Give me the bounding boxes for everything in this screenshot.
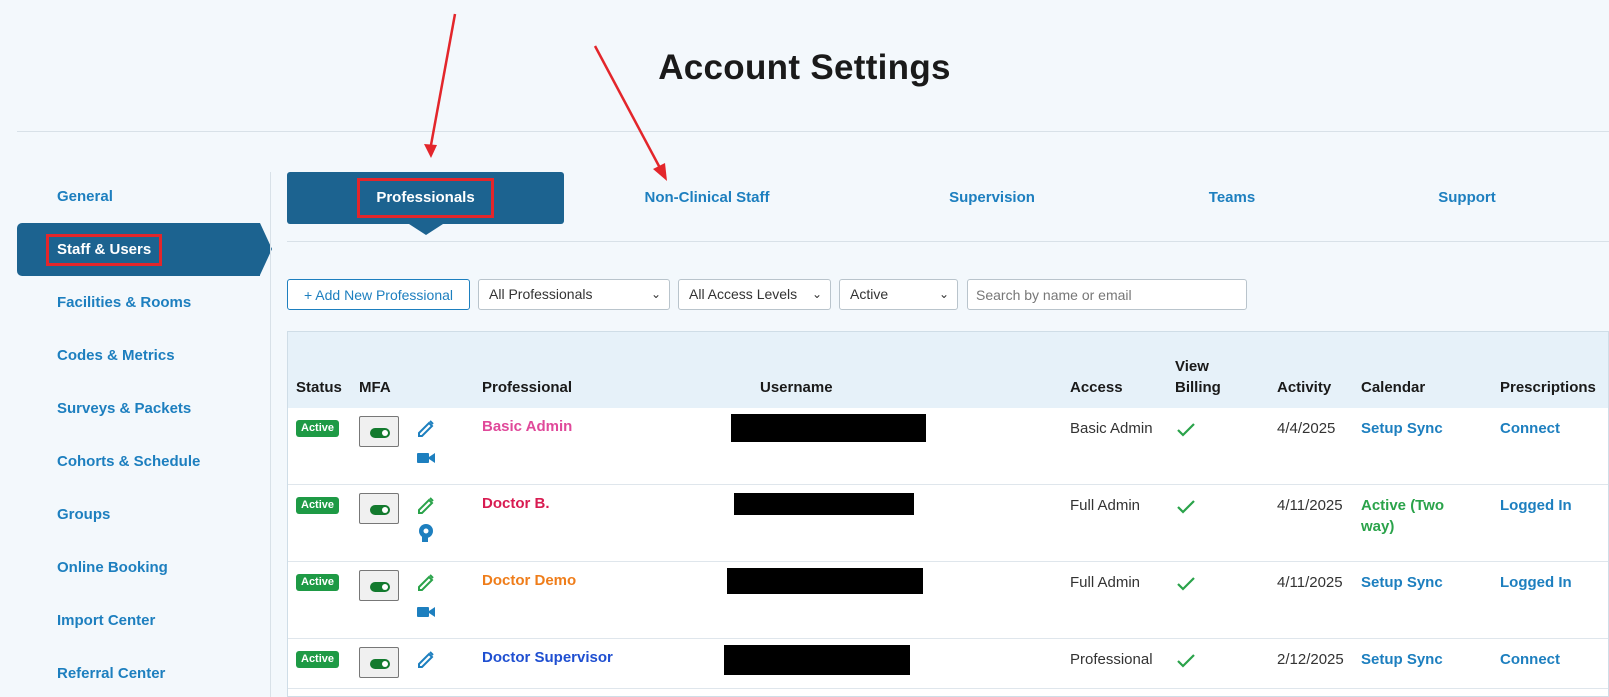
sidebar-item-label: Staff & Users bbox=[46, 234, 163, 267]
professionals-select-value: All Professionals bbox=[489, 286, 593, 302]
status-select[interactable]: Active ⌄ bbox=[839, 279, 958, 310]
professional-name[interactable]: Basic Admin bbox=[482, 418, 572, 435]
check-icon bbox=[1177, 654, 1195, 668]
sidebar: General Staff & Users Facilities & Rooms… bbox=[17, 170, 272, 697]
tab-supervision[interactable]: Supervision bbox=[927, 172, 1057, 224]
status-badge: Active bbox=[296, 420, 340, 437]
access-level: Full Admin bbox=[1070, 497, 1141, 514]
sidebar-item-groups[interactable]: Groups bbox=[17, 488, 272, 541]
arrow-head-icon bbox=[424, 144, 437, 158]
status-badge: Active bbox=[296, 574, 340, 591]
prescriptions-logged-in-link[interactable]: Logged In bbox=[1500, 572, 1572, 593]
col-mfa: MFA bbox=[359, 379, 391, 396]
video-icon[interactable] bbox=[416, 602, 436, 622]
access-level: Basic Admin bbox=[1070, 420, 1153, 437]
redacted-username bbox=[734, 493, 914, 515]
chevron-down-icon: ⌄ bbox=[811, 287, 822, 301]
tab-bar: Professionals Non-Clinical Staff Supervi… bbox=[287, 172, 1609, 235]
col-professional: Professional bbox=[482, 379, 573, 396]
table-row[interactable]: Active Doctor B. Full Admin 4/11/2025 Ac… bbox=[288, 485, 1608, 562]
sidebar-item-codes-metrics[interactable]: Codes & Metrics bbox=[17, 329, 272, 382]
tab-teams[interactable]: Teams bbox=[1187, 172, 1277, 224]
col-username: Username bbox=[760, 379, 833, 396]
title-divider bbox=[17, 131, 1609, 132]
add-new-professional-button[interactable]: + Add New Professional bbox=[287, 279, 470, 310]
chevron-down-icon: ⌄ bbox=[938, 287, 949, 301]
tabs-divider bbox=[287, 241, 1609, 242]
calendar-setup-sync-link[interactable]: Setup Sync bbox=[1361, 418, 1443, 439]
col-calendar: Calendar bbox=[1361, 379, 1426, 396]
mfa-toggle[interactable] bbox=[359, 570, 399, 601]
prescriptions-connect-link[interactable]: Connect bbox=[1500, 649, 1560, 670]
sidebar-item-general[interactable]: General bbox=[17, 170, 272, 223]
chevron-down-icon: ⌄ bbox=[650, 287, 661, 301]
table-row[interactable]: Active Doctor Demo Full Admin 4/11/2025 … bbox=[288, 562, 1608, 639]
prescriptions-logged-in-link[interactable]: Logged In bbox=[1500, 495, 1572, 516]
access-level: Full Admin bbox=[1070, 574, 1141, 591]
redacted-username bbox=[724, 645, 910, 675]
table-row[interactable]: Active Doctor Supervisor Professional 2/… bbox=[288, 639, 1608, 689]
edit-pencil-icon[interactable] bbox=[416, 418, 436, 438]
status-badge: Active bbox=[296, 651, 340, 668]
activity-date: 2/12/2025 bbox=[1277, 651, 1344, 668]
col-activity: Activity bbox=[1277, 379, 1332, 396]
calendar-status: Active (Two way) bbox=[1361, 497, 1445, 535]
professional-name[interactable]: Doctor B. bbox=[482, 495, 550, 512]
sidebar-item-referral-center[interactable]: Referral Center bbox=[17, 647, 272, 697]
mfa-toggle[interactable] bbox=[359, 647, 399, 678]
professional-name[interactable]: Doctor Demo bbox=[482, 572, 576, 589]
col-view-billing-line2: Billing bbox=[1175, 379, 1221, 396]
tab-label: Professionals bbox=[357, 178, 494, 219]
activity-date: 4/11/2025 bbox=[1277, 574, 1343, 591]
sidebar-item-facilities-rooms[interactable]: Facilities & Rooms bbox=[17, 276, 272, 329]
col-access: Access bbox=[1070, 379, 1123, 396]
redacted-username bbox=[727, 568, 923, 594]
redacted-username bbox=[731, 414, 926, 442]
tab-professionals[interactable]: Professionals bbox=[287, 172, 564, 235]
sidebar-item-surveys-packets[interactable]: Surveys & Packets bbox=[17, 382, 272, 435]
status-badge: Active bbox=[296, 497, 340, 514]
professionals-table: Status MFA Professional Username Access … bbox=[287, 331, 1609, 697]
search-input[interactable] bbox=[967, 279, 1247, 310]
sidebar-item-import-center[interactable]: Import Center bbox=[17, 594, 272, 647]
page-title: Account Settings bbox=[658, 48, 951, 87]
tab-support[interactable]: Support bbox=[1417, 172, 1517, 224]
sidebar-item-online-booking[interactable]: Online Booking bbox=[17, 541, 272, 594]
professionals-select[interactable]: All Professionals ⌄ bbox=[478, 279, 670, 310]
check-icon bbox=[1177, 577, 1195, 591]
check-icon bbox=[1177, 500, 1195, 514]
access-select-value: All Access Levels bbox=[689, 286, 798, 302]
edit-pencil-icon[interactable] bbox=[416, 649, 436, 669]
prescriptions-connect-link[interactable]: Connect bbox=[1500, 418, 1560, 439]
sidebar-item-cohorts-schedule[interactable]: Cohorts & Schedule bbox=[17, 435, 272, 488]
col-status: Status bbox=[296, 379, 342, 396]
status-select-value: Active bbox=[850, 286, 889, 302]
sidebar-divider bbox=[270, 172, 271, 697]
sidebar-item-staff-users[interactable]: Staff & Users bbox=[17, 223, 272, 276]
calendar-setup-sync-link[interactable]: Setup Sync bbox=[1361, 649, 1443, 670]
video-icon[interactable] bbox=[416, 448, 436, 468]
access-level-select[interactable]: All Access Levels ⌄ bbox=[678, 279, 831, 310]
edit-pencil-icon[interactable] bbox=[416, 572, 436, 592]
col-prescriptions: Prescriptions bbox=[1500, 379, 1596, 396]
col-view-billing-line1: View bbox=[1175, 358, 1209, 375]
tab-non-clinical-staff[interactable]: Non-Clinical Staff bbox=[617, 172, 797, 224]
head-gear-icon[interactable] bbox=[416, 523, 436, 543]
calendar-setup-sync-link[interactable]: Setup Sync bbox=[1361, 572, 1443, 593]
mfa-toggle[interactable] bbox=[359, 416, 399, 447]
mfa-toggle[interactable] bbox=[359, 493, 399, 524]
edit-pencil-icon[interactable] bbox=[416, 495, 436, 515]
check-icon bbox=[1177, 423, 1195, 437]
table-header: Status MFA Professional Username Access … bbox=[288, 332, 1608, 408]
access-level: Professional bbox=[1070, 651, 1153, 668]
table-row[interactable]: Active Basic Admin Basic Admin 4/4/2025 … bbox=[288, 408, 1608, 485]
activity-date: 4/4/2025 bbox=[1277, 420, 1336, 437]
activity-date: 4/11/2025 bbox=[1277, 497, 1343, 514]
professional-name[interactable]: Doctor Supervisor bbox=[482, 649, 613, 666]
